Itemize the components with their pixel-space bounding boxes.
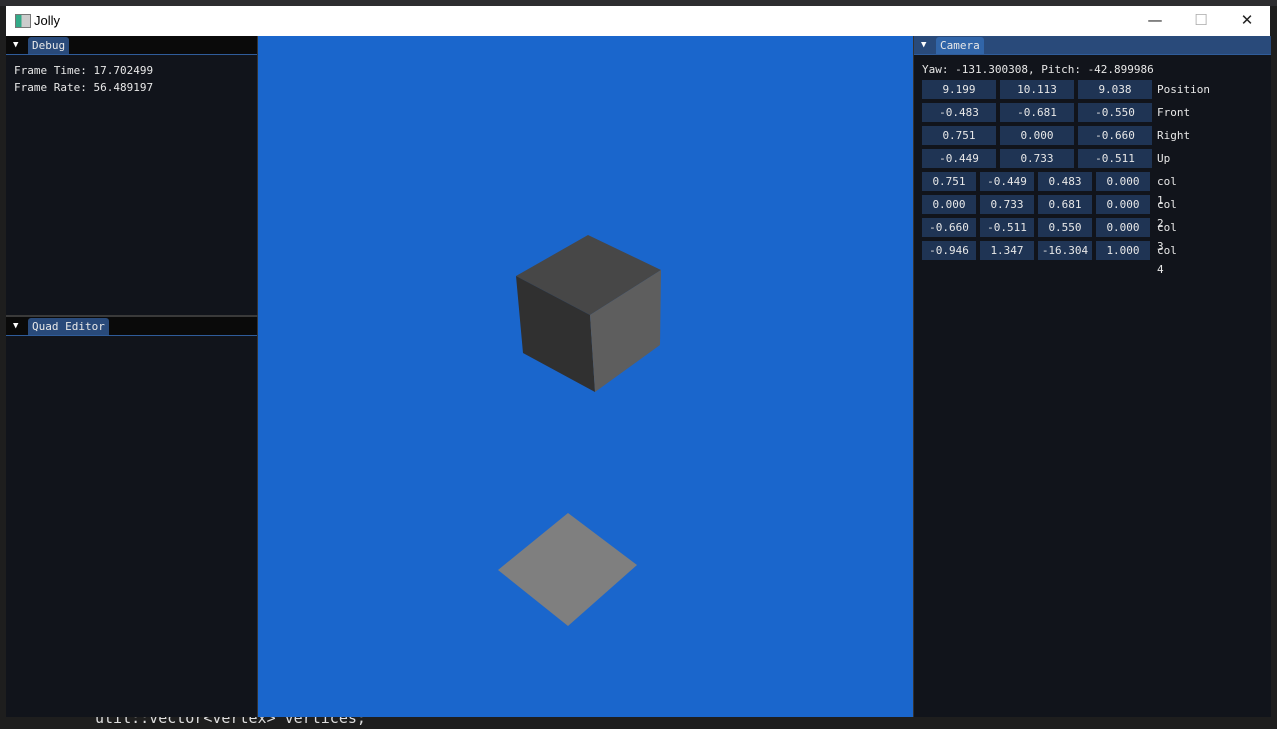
vector-input[interactable]: 0.733 (1000, 149, 1074, 168)
matrix-label: col 4 (1157, 244, 1177, 276)
vector-input[interactable]: -0.483 (922, 103, 996, 122)
vector-input[interactable]: -0.449 (922, 149, 996, 168)
matrix-input[interactable]: 0.000 (1096, 218, 1150, 237)
vector-input[interactable]: -0.550 (1078, 103, 1152, 122)
debug-panel-header[interactable]: ▼ Debug (6, 36, 257, 55)
quad-editor-header[interactable]: ▼ Quad Editor (6, 317, 257, 336)
title-bar[interactable]: Jolly — ☐ ✕ (6, 6, 1270, 36)
matrix-input[interactable]: -0.946 (922, 241, 976, 260)
vector-label: Up (1157, 152, 1171, 165)
vector-input[interactable]: 9.038 (1078, 80, 1152, 99)
app-window: Jolly — ☐ ✕ ▼ Debug Frame Time: 17.70249… (6, 6, 1271, 717)
frame-time: Frame Time: 17.702499 (14, 64, 154, 77)
maximize-button[interactable]: ☐ (1178, 6, 1224, 36)
yaw-pitch: Yaw: -131.300308, Pitch: -42.899986 (922, 63, 1154, 76)
scene (498, 235, 661, 626)
minimize-button[interactable]: — (1132, 6, 1178, 36)
matrix-input[interactable]: 0.483 (1038, 172, 1092, 191)
tab-quad-editor[interactable]: Quad Editor (28, 318, 109, 335)
window-title: Jolly (34, 13, 61, 28)
matrix-input[interactable]: 0.733 (980, 195, 1034, 214)
vector-label: Right (1157, 129, 1191, 142)
3d-viewport[interactable] (258, 36, 913, 717)
vector-input[interactable]: 0.000 (1000, 126, 1074, 145)
vector-input[interactable]: -0.511 (1078, 149, 1152, 168)
camera-panel: ▼ Camera Yaw: -131.300308, Pitch: -42.89… (913, 36, 1271, 717)
matrix-input[interactable]: -0.511 (980, 218, 1034, 237)
matrix-input[interactable]: 0.000 (1096, 195, 1150, 214)
collapse-triangle-icon[interactable]: ▼ (13, 321, 18, 331)
vector-label: Position (1157, 83, 1210, 96)
matrix-input[interactable]: 1.000 (1096, 241, 1150, 260)
quad-editor-panel: ▼ Quad Editor (6, 317, 258, 717)
matrix-input[interactable]: -0.660 (922, 218, 976, 237)
close-button[interactable]: ✕ (1224, 6, 1270, 36)
vector-input[interactable]: -0.681 (1000, 103, 1074, 122)
matrix-input[interactable]: -16.304 (1038, 241, 1092, 260)
collapse-triangle-icon[interactable]: ▼ (13, 40, 18, 50)
matrix-input[interactable]: 0.000 (1096, 172, 1150, 191)
quad (498, 513, 637, 626)
matrix-input[interactable]: 0.681 (1038, 195, 1092, 214)
collapse-triangle-icon[interactable]: ▼ (921, 40, 926, 50)
matrix-input[interactable]: 0.751 (922, 172, 976, 191)
app-icon (15, 14, 31, 28)
vector-input[interactable]: 0.751 (922, 126, 996, 145)
frame-rate: Frame Rate: 56.489197 (14, 81, 154, 94)
matrix-input[interactable]: 1.347 (980, 241, 1034, 260)
vector-input[interactable]: 10.113 (1000, 80, 1074, 99)
camera-panel-header[interactable]: ▼ Camera (914, 36, 1271, 55)
matrix-input[interactable]: 0.550 (1038, 218, 1092, 237)
matrix-input[interactable]: 0.000 (922, 195, 976, 214)
tab-debug[interactable]: Debug (28, 37, 70, 54)
debug-panel: ▼ Debug Frame Time: 17.702499 Frame Rate… (6, 36, 258, 315)
vector-input[interactable]: -0.660 (1078, 126, 1152, 145)
vector-label: Front (1157, 106, 1191, 119)
matrix-input[interactable]: -0.449 (980, 172, 1034, 191)
tab-camera[interactable]: Camera (936, 37, 984, 54)
vector-input[interactable]: 9.199 (922, 80, 996, 99)
